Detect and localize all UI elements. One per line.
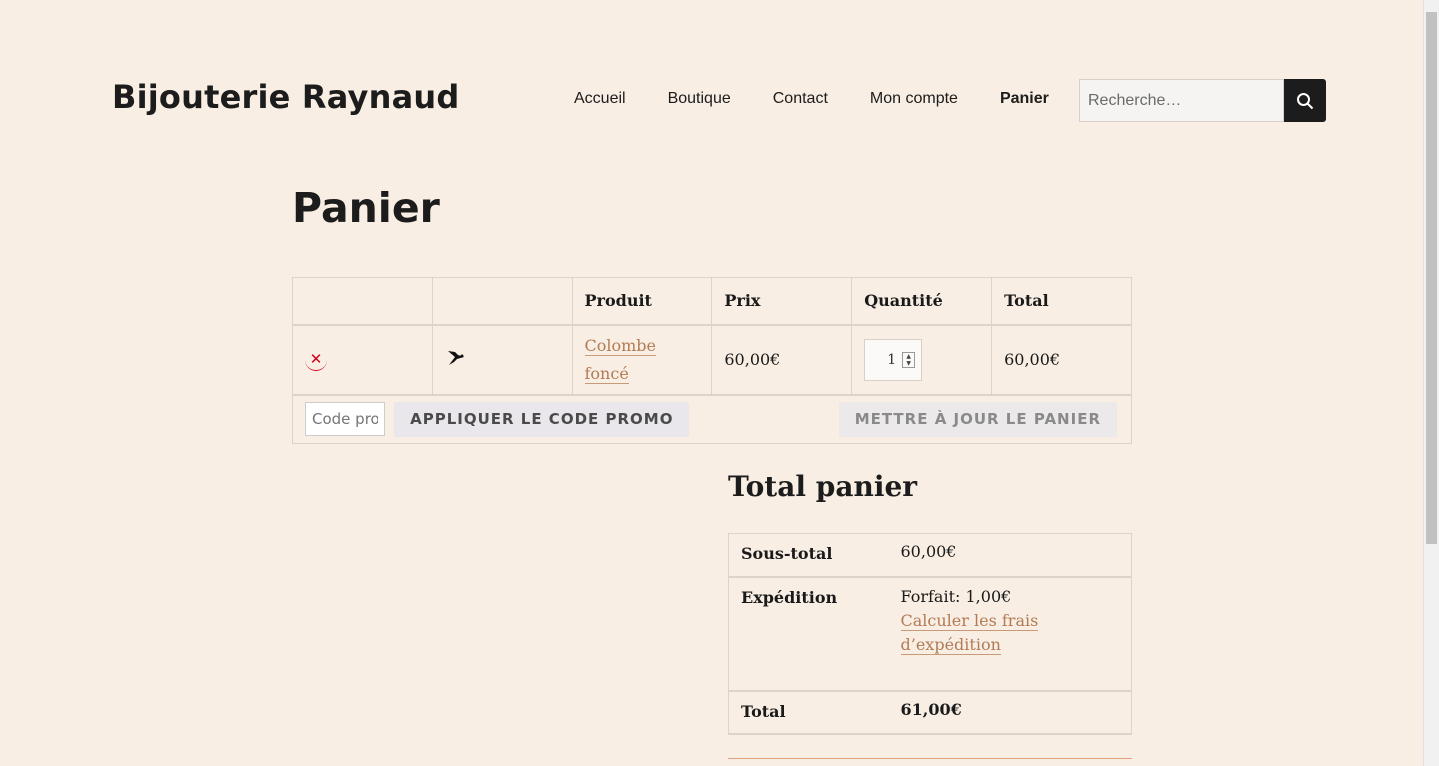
scrollbar-thumb[interactable] (1426, 12, 1437, 544)
calculate-shipping-link[interactable]: Calculer les frais (900, 610, 1039, 631)
shipping-value: Forfait: 1,00€ (900, 586, 1012, 606)
calculate-shipping-link-line2[interactable]: d’expédition (900, 634, 1001, 655)
total-label: Total (728, 690, 889, 735)
cart-item-row: ✕ Colombe foncé 60,00€ 1 ▲ ▼ 60,00€ (292, 324, 1132, 396)
cart-totals-title: Total panier (728, 470, 918, 503)
product-cell: Colombe foncé (572, 324, 713, 396)
nav-item-accueil[interactable]: Accueil (574, 90, 626, 108)
quantity-cell: 1 ▲ ▼ (851, 324, 993, 396)
checkout-divider (728, 758, 1132, 759)
update-cell: METTRE À JOUR LE PANIER (711, 394, 1132, 444)
shipping-cell: Forfait: 1,00€ Calculer les frais d’expé… (888, 576, 1132, 692)
search-icon (1297, 92, 1314, 109)
quantity-stepper[interactable]: 1 ▲ ▼ (864, 338, 923, 381)
shipping-row: Expédition Forfait: 1,00€ Calculer les f… (728, 576, 1132, 692)
dove-icon[interactable] (445, 347, 467, 369)
search-input[interactable] (1079, 79, 1284, 122)
nav-item-contact[interactable]: Contact (773, 90, 828, 108)
update-cart-button[interactable]: METTRE À JOUR LE PANIER (838, 401, 1117, 437)
cart-table: Produit Prix Quantité Total ✕ Colombe fo… (292, 277, 1132, 444)
scrollbar[interactable] (1423, 0, 1439, 766)
remove-icon[interactable]: ✕ (305, 349, 327, 371)
subtotal-label: Sous-total (728, 533, 889, 578)
nav-item-mon-compte[interactable]: Mon compte (870, 90, 958, 108)
search-form (1079, 79, 1326, 122)
header-quantity: Quantité (851, 277, 993, 326)
cart-totals-table: Sous-total 60,00€ Expédition Forfait: 1,… (728, 533, 1132, 735)
spinner-icon[interactable]: ▲ ▼ (902, 351, 916, 368)
subtotal-value: 60,00€ (888, 533, 1132, 578)
header-remove (292, 277, 433, 326)
coupon-cell: APPLIQUER LE CODE PROMO (293, 395, 712, 444)
total-value: 61,00€ (888, 690, 1132, 735)
nav-item-boutique[interactable]: Boutique (668, 90, 731, 108)
thumbnail-cell (432, 324, 573, 396)
total-row: Total 61,00€ (728, 690, 1132, 735)
shipping-label: Expédition (728, 576, 889, 692)
remove-cell: ✕ (292, 324, 433, 396)
header-price: Prix (711, 277, 853, 326)
coupon-input[interactable] (305, 402, 385, 437)
site-title[interactable]: Bijouterie Raynaud (112, 78, 459, 116)
header-thumbnail (432, 277, 573, 326)
product-link[interactable]: Colombe (584, 335, 657, 356)
header-total: Total (991, 277, 1132, 326)
cart-actions-row: APPLIQUER LE CODE PROMO METTRE À JOUR LE… (293, 394, 1132, 444)
apply-coupon-button[interactable]: APPLIQUER LE CODE PROMO (394, 401, 690, 437)
header-product: Produit (572, 277, 713, 326)
price-cell: 60,00€ (711, 324, 853, 396)
line-total-cell: 60,00€ (991, 324, 1132, 396)
quantity-value: 1 (887, 351, 897, 368)
main-nav: Accueil Boutique Contact Mon compte Pani… (574, 90, 1091, 108)
cart-header-row: Produit Prix Quantité Total (292, 277, 1132, 326)
subtotal-row: Sous-total 60,00€ (728, 533, 1132, 578)
nav-item-panier[interactable]: Panier (1000, 90, 1049, 108)
search-button[interactable] (1284, 79, 1326, 122)
product-link-line2[interactable]: foncé (584, 363, 629, 384)
page-title: Panier (292, 184, 440, 232)
